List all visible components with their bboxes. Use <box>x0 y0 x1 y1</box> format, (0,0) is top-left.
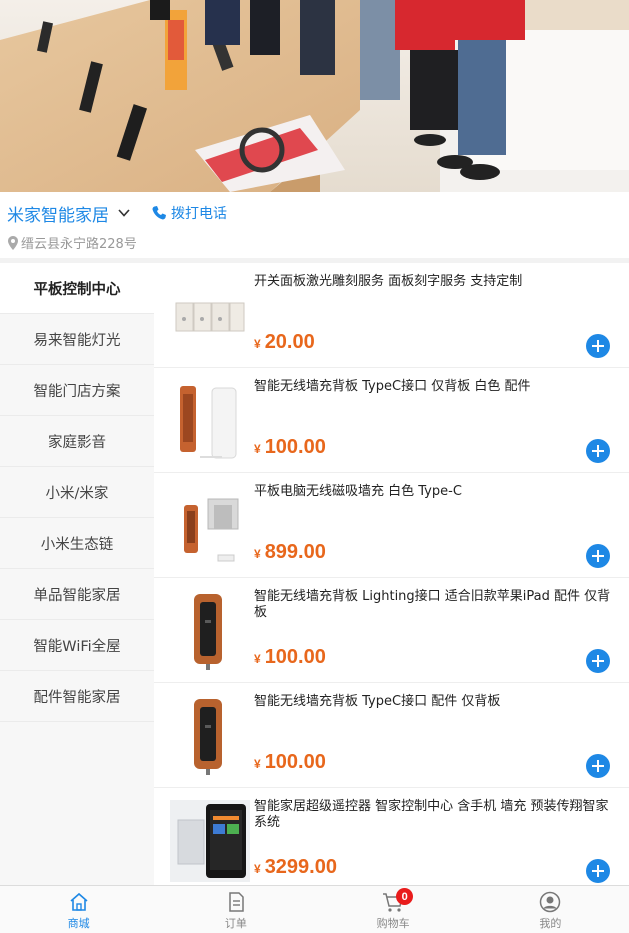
product-title[interactable]: 智能无线墙充背板 TypeC接口 配件 仅背板 <box>254 694 616 710</box>
product-image <box>180 386 237 459</box>
product-card[interactable]: 智能家居超级遥控器 智家控制中心 含手机 墙充 预装传翔智家系统 ¥3299.0… <box>154 788 629 885</box>
price-value: 100.00 <box>264 646 326 668</box>
price-value: 100.00 <box>264 436 326 458</box>
product-price: ¥100.00 <box>254 436 326 459</box>
product-price: ¥20.00 <box>254 331 315 354</box>
store-header: 米家智能家居 拨打电话 <box>7 201 227 226</box>
add-to-cart-button[interactable] <box>586 439 610 463</box>
product-card[interactable]: 开关面板激光雕刻服务 面板刻字服务 支持定制 ¥20.00 <box>154 263 629 368</box>
product-title[interactable]: 智能家居超级遥控器 智家控制中心 含手机 墙充 预装传翔智家系统 <box>254 799 616 831</box>
category-item-store-solution[interactable]: 智能门店方案 <box>0 365 154 416</box>
product-price: ¥3299.00 <box>254 856 337 879</box>
category-item-yeelight[interactable]: 易来智能灯光 <box>0 314 154 365</box>
product-title[interactable]: 智能无线墙充背板 TypeC接口 仅背板 白色 配件 <box>254 379 616 395</box>
add-to-cart-button[interactable] <box>586 859 610 883</box>
cart-count-badge: 0 <box>396 888 414 905</box>
product-title[interactable]: 平板电脑无线磁吸墙充 白色 Type-C <box>254 484 616 500</box>
add-to-cart-button[interactable] <box>586 754 610 778</box>
currency-symbol: ¥ <box>254 652 261 666</box>
tab-mall[interactable]: 商城 <box>0 886 157 933</box>
product-title[interactable]: 智能无线墙充背板 Lighting接口 适合旧款苹果iPad 配件 仅背板 <box>254 589 616 621</box>
category-item-single-smart[interactable]: 单品智能家居 <box>0 569 154 620</box>
currency-symbol: ¥ <box>254 757 261 771</box>
call-label: 拨打电话 <box>171 206 227 222</box>
product-card[interactable]: 智能无线墙充背板 TypeC接口 配件 仅背板 ¥100.00 <box>154 683 629 788</box>
currency-symbol: ¥ <box>254 862 261 876</box>
product-image <box>184 498 239 562</box>
tab-label: 商城 <box>67 917 90 930</box>
category-item-whole-house-wifi[interactable]: 智能WiFi全屋 <box>0 620 154 671</box>
location-pin-icon <box>8 235 18 250</box>
tab-label: 我的 <box>539 917 562 930</box>
product-image <box>175 302 245 332</box>
product-price: ¥899.00 <box>254 541 326 564</box>
product-price: ¥100.00 <box>254 751 326 774</box>
tab-cart[interactable]: 0 购物车 <box>315 886 472 933</box>
price-value: 899.00 <box>264 541 326 563</box>
bottom-tab-bar: 商城 订单 0 购物车 我的 <box>0 885 629 933</box>
product-list: 开关面板激光雕刻服务 面板刻字服务 支持定制 ¥20.00 智能无线墙充背板 T… <box>154 263 629 885</box>
category-item-tablet-control[interactable]: 平板控制中心 <box>0 263 154 314</box>
price-value: 100.00 <box>264 751 326 773</box>
home-icon <box>70 892 88 911</box>
phone-icon <box>152 206 166 220</box>
tab-label: 购物车 <box>376 917 410 930</box>
store-info: 米家智能家居 拨打电话 缙云县永宁路228号 <box>0 192 629 258</box>
price-value: 3299.00 <box>264 856 337 878</box>
product-card[interactable]: 智能无线墙充背板 TypeC接口 仅背板 白色 配件 ¥100.00 <box>154 368 629 473</box>
product-image <box>194 699 222 775</box>
category-item-xiaomi-mijia[interactable]: 小米/米家 <box>0 467 154 518</box>
call-button[interactable]: 拨打电话 <box>151 203 227 223</box>
category-item-home-theater[interactable]: 家庭影音 <box>0 416 154 467</box>
store-name-selector[interactable]: 米家智能家居 <box>7 201 109 226</box>
product-image <box>194 594 222 670</box>
chevron-down-icon[interactable] <box>117 206 131 220</box>
tab-label: 订单 <box>224 917 247 930</box>
add-to-cart-button[interactable] <box>586 334 610 358</box>
tab-profile[interactable]: 我的 <box>472 886 629 933</box>
product-price: ¥100.00 <box>254 646 326 669</box>
product-card[interactable]: 智能无线墙充背板 Lighting接口 适合旧款苹果iPad 配件 仅背板 ¥1… <box>154 578 629 683</box>
store-address: 缙云县永宁路228号 <box>8 233 137 252</box>
price-value: 20.00 <box>264 331 315 353</box>
currency-symbol: ¥ <box>254 442 261 456</box>
tab-orders[interactable]: 订单 <box>157 886 314 933</box>
category-item-ecosystem[interactable]: 小米生态链 <box>0 518 154 569</box>
product-card[interactable]: 平板电脑无线磁吸墙充 白色 Type-C ¥899.00 <box>154 473 629 578</box>
currency-symbol: ¥ <box>254 337 261 351</box>
add-to-cart-button[interactable] <box>586 544 610 568</box>
product-title[interactable]: 开关面板激光雕刻服务 面板刻字服务 支持定制 <box>254 274 616 290</box>
currency-symbol: ¥ <box>254 547 261 561</box>
profile-icon <box>540 891 561 913</box>
order-icon <box>229 892 244 912</box>
product-image <box>170 800 250 882</box>
add-to-cart-button[interactable] <box>586 649 610 673</box>
address-text: 缙云县永宁路228号 <box>21 237 137 252</box>
store-banner-photo <box>0 0 629 192</box>
category-sidebar: 平板控制中心 易来智能灯光 智能门店方案 家庭影音 小米/米家 小米生态链 单品… <box>0 263 154 885</box>
category-item-accessories[interactable]: 配件智能家居 <box>0 671 154 722</box>
